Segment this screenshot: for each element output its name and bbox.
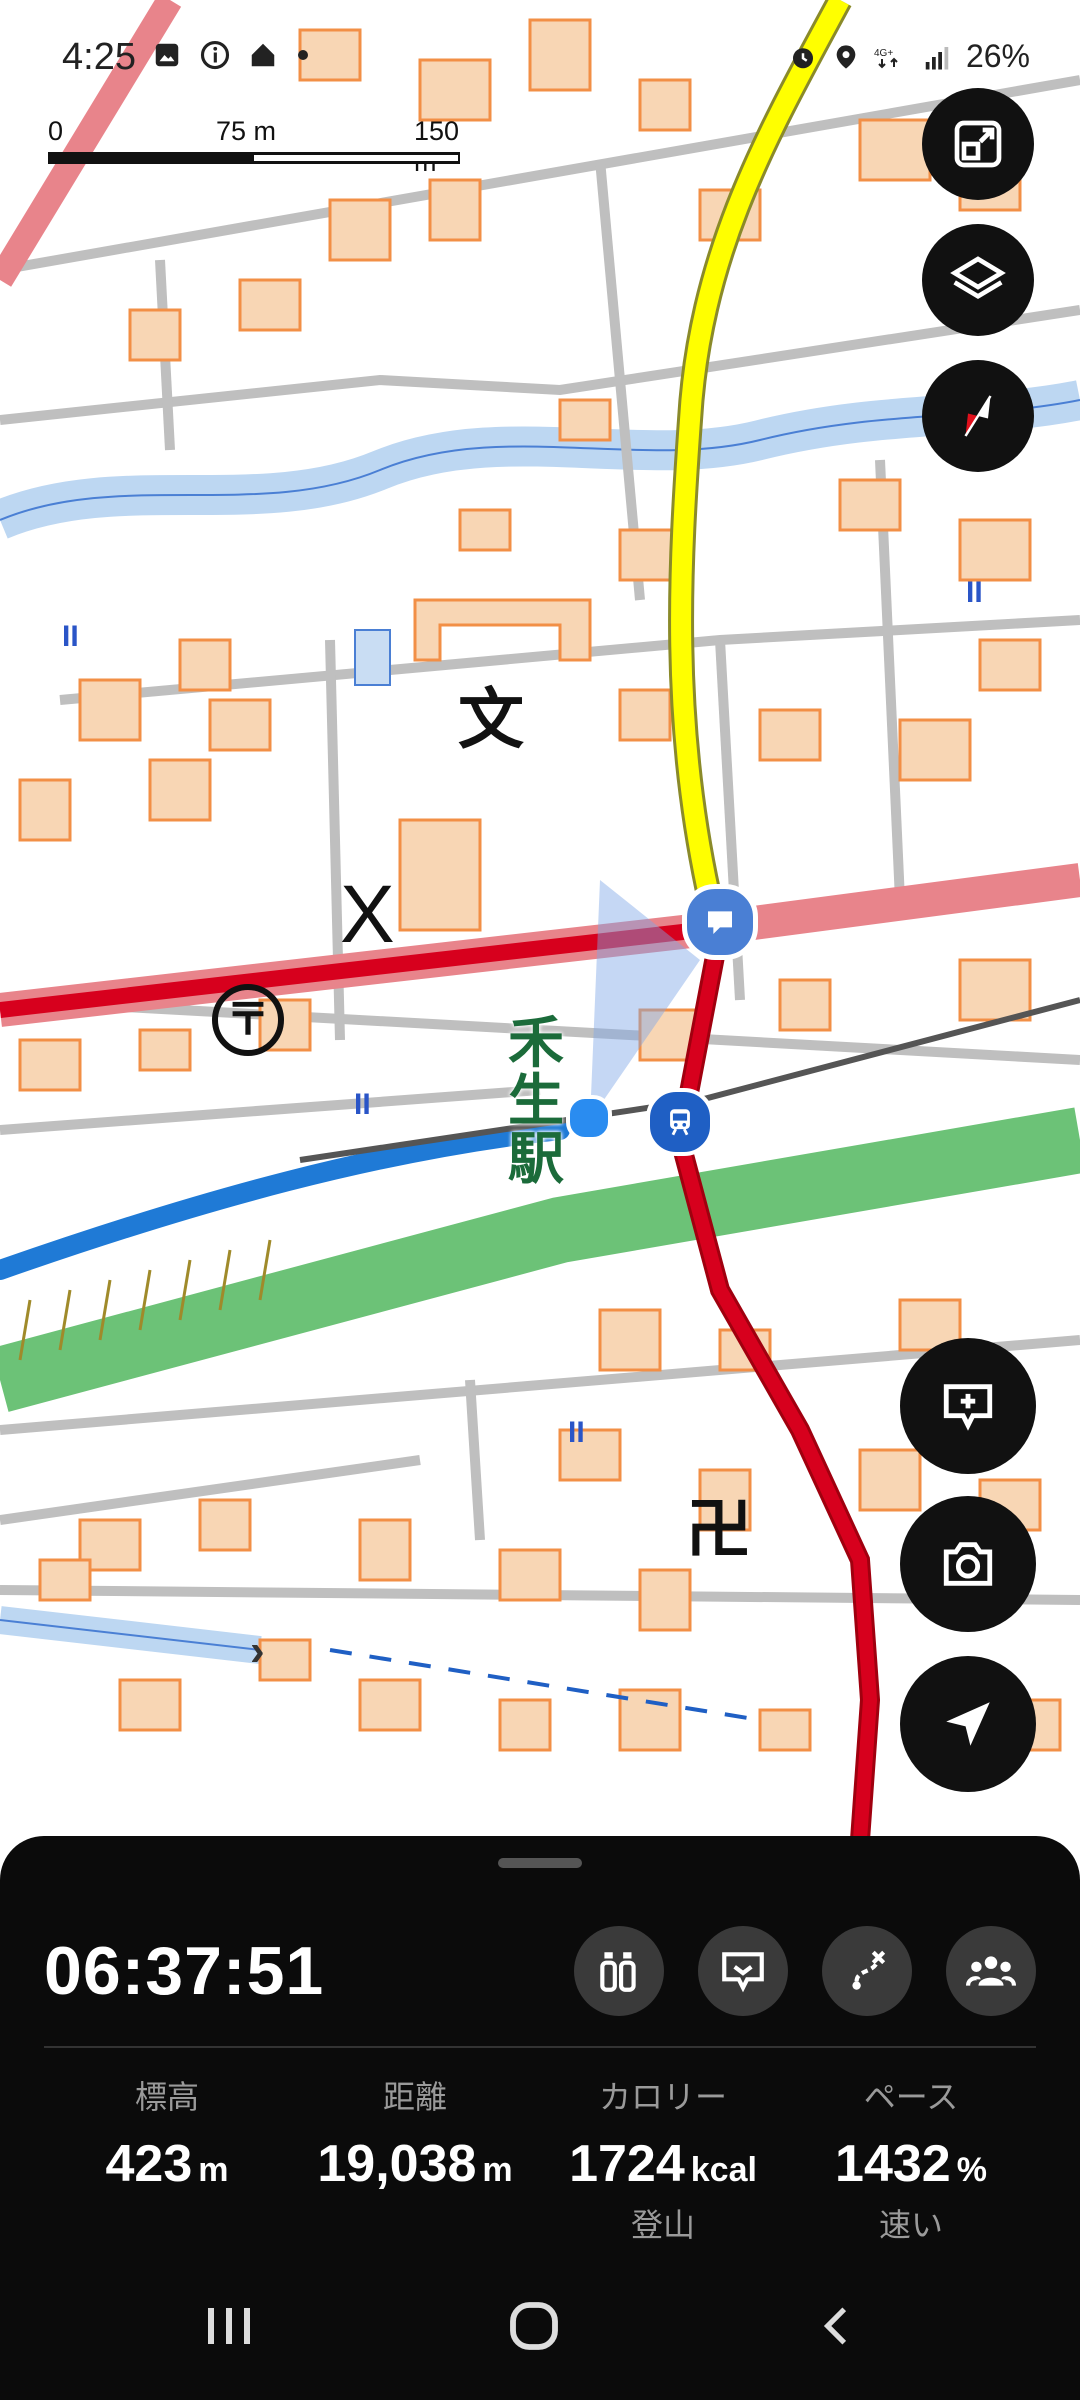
system-nav-bar — [0, 2250, 1080, 2400]
field-symbol: II — [354, 1088, 371, 1121]
zoom-in-button[interactable] — [900, 1338, 1036, 1474]
station-label: 禾 生 駅 — [506, 1014, 566, 1188]
back-button[interactable] — [798, 2296, 878, 2356]
train-station-marker[interactable] — [646, 1088, 714, 1156]
station-char: 生 — [508, 1069, 564, 1132]
alarm-icon — [792, 47, 813, 68]
memo-button[interactable] — [698, 1926, 788, 2016]
scale-label-75: 75 m — [216, 116, 277, 146]
stat-value: 1432 — [835, 2135, 951, 2193]
stat-distance: 距離 19,038 m — [290, 2072, 540, 2200]
stat-unit: m — [482, 2151, 513, 2189]
stat-value: 19,038 — [317, 2135, 477, 2193]
stat-sub: 登山 — [630, 2207, 695, 2243]
stat-pace: ペース 1432% 速い — [786, 2072, 1036, 2246]
svg-text:4G+: 4G+ — [874, 48, 893, 59]
zoom-in-icon — [943, 1384, 993, 1431]
navigate-icon — [946, 1702, 990, 1746]
school-symbol: 文 — [458, 682, 524, 756]
location-icon — [836, 44, 856, 69]
signal-icon — [925, 46, 949, 69]
pool — [354, 629, 391, 686]
chat-icon — [708, 911, 732, 934]
drag-handle[interactable] — [498, 1858, 582, 1868]
waypoint-icon — [600, 1952, 636, 1992]
home-circle-icon — [510, 2302, 558, 2350]
scale-bar-line — [48, 152, 460, 164]
dot-icon — [298, 50, 308, 60]
stat-calories: カロリー 1724 kcal 登山 — [538, 2072, 788, 2246]
camera-icon — [943, 1542, 993, 1586]
route-icon — [852, 1950, 886, 1990]
route-button[interactable] — [822, 1926, 912, 2016]
lte-icon: 4G+ — [874, 48, 898, 68]
panel-divider — [44, 2046, 1036, 2048]
post-office-symbol: 〒 — [212, 984, 284, 1056]
field-symbol: II — [966, 576, 983, 609]
stat-label: 標高 — [134, 2079, 199, 2115]
compass-icon — [964, 395, 992, 437]
status-bar: 4:25 4G+ 26% — [0, 0, 1080, 120]
field-symbol: II — [568, 1416, 585, 1449]
stat-label: ペース — [863, 2079, 959, 2115]
station-char: 禾 — [508, 1011, 564, 1074]
stat-label: カロリー — [598, 2079, 727, 2115]
memo-marker[interactable] — [682, 884, 758, 960]
station-char: 駅 — [508, 1127, 564, 1190]
compass-button[interactable] — [922, 360, 1034, 472]
waypoint-button[interactable] — [574, 1926, 664, 2016]
current-location-dot — [566, 1095, 612, 1141]
temple-symbol: 卍 — [686, 1492, 752, 1566]
back-icon — [823, 2307, 847, 2345]
route-road — [672, 928, 878, 1840]
layers-icon — [950, 256, 1006, 300]
tracking-panel: 06:37:51 標高 423 m 距離 19,038 m カロリー 1724 kca… — [0, 1836, 1080, 2400]
stat-value: 423 — [105, 2135, 193, 2193]
camera-button[interactable] — [900, 1496, 1036, 1632]
gallery-icon — [155, 43, 179, 67]
stat-elevation: 標高 423 m — [42, 2072, 292, 2200]
navigate-button[interactable] — [900, 1656, 1036, 1792]
train-icon — [670, 1109, 690, 1136]
scale-label-150: 150 m — [414, 116, 460, 177]
stat-unit: kcal — [690, 2151, 757, 2189]
home-button[interactable] — [494, 2296, 574, 2356]
battery-level: 26% — [965, 38, 1030, 74]
arrow-marker: › — [250, 1626, 265, 1675]
stat-sub: 速い — [878, 2207, 943, 2243]
stat-unit: % — [956, 2151, 987, 2189]
recents-button[interactable] — [190, 2296, 270, 2356]
group-icon — [966, 1956, 1016, 1986]
status-time: 4:25 — [62, 36, 136, 78]
stat-unit: m — [198, 2151, 229, 2189]
fit-screen-icon — [954, 120, 1002, 168]
scale-bar: 0 75 m 150 m — [48, 116, 468, 177]
stat-value: 1724 — [569, 2135, 685, 2193]
river — [0, 380, 1080, 539]
fit-screen-button[interactable] — [922, 88, 1034, 200]
scale-label-0: 0 — [48, 116, 64, 146]
layers-button[interactable] — [922, 224, 1034, 336]
recents-icon — [208, 2308, 250, 2344]
police-symbol: X — [340, 869, 395, 960]
home-icon — [251, 43, 275, 67]
memo-icon — [722, 1952, 764, 1993]
elapsed-time: 06:37:51 — [44, 1933, 325, 2009]
group-button[interactable] — [946, 1926, 1036, 2016]
field-symbol: II — [62, 620, 79, 653]
stat-label: 距離 — [382, 2079, 447, 2115]
info-icon — [200, 40, 230, 70]
